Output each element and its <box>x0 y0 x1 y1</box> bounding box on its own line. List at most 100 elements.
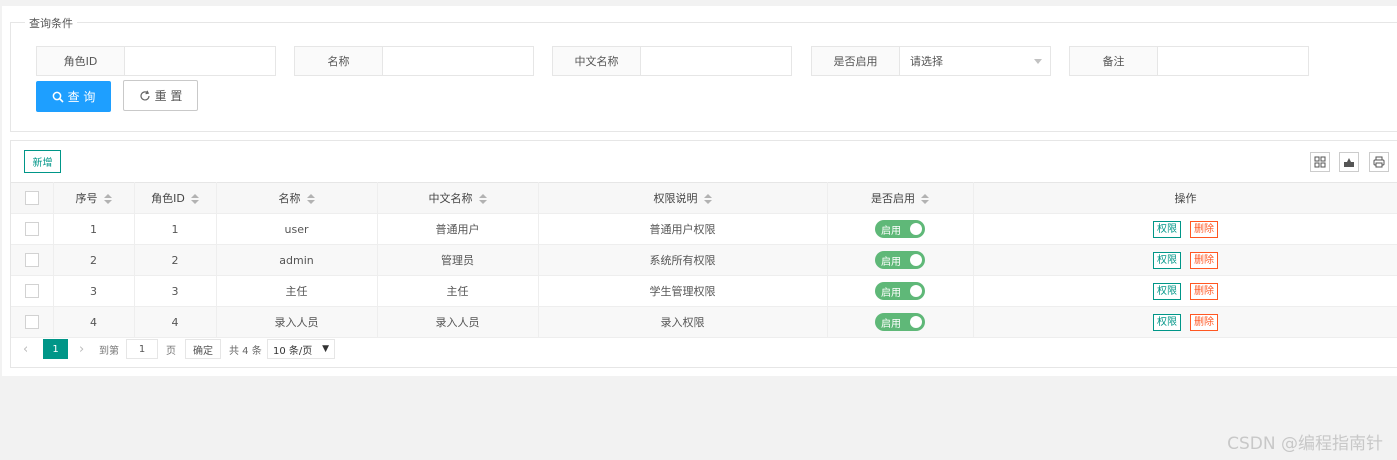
cell-enabled: 启用 <box>827 244 974 276</box>
cn-name-input[interactable] <box>640 46 792 76</box>
prev-page-icon[interactable]: ‹ <box>23 342 28 357</box>
row-checkbox-cell <box>11 213 54 245</box>
header-name[interactable]: 名称 <box>216 182 378 214</box>
roles-table: 序号 角色ID 名称 中文名称 权限说明 是否启用 操作 1 1 user 普通… <box>11 182 1397 338</box>
cell-no: 4 <box>53 306 135 338</box>
query-legend: 查询条件 <box>25 15 77 31</box>
add-button[interactable]: 新增 <box>24 150 61 173</box>
row-checkbox-cell <box>11 244 54 276</box>
role-id-input[interactable] <box>124 46 276 76</box>
enabled-toggle[interactable]: 启用 <box>875 251 925 269</box>
table-toolbar: 新增 <box>11 141 1397 182</box>
permission-button[interactable]: 权限 <box>1153 313 1181 331</box>
cell-cn-name: 主任 <box>377 275 539 307</box>
sort-icon[interactable] <box>190 194 199 204</box>
caret-down-icon <box>1034 59 1042 64</box>
table-row: 3 3 主任 主任 学生管理权限 启用 权限 删除 <box>11 275 1397 307</box>
permission-button[interactable]: 权限 <box>1153 251 1181 269</box>
sort-icon[interactable] <box>478 194 487 204</box>
field-role-id: 角色ID <box>36 46 276 76</box>
header-cn-name[interactable]: 中文名称 <box>377 182 539 214</box>
row-checkbox[interactable] <box>24 284 39 298</box>
cell-desc: 录入权限 <box>538 306 828 338</box>
cell-role-id: 1 <box>134 213 217 245</box>
current-page-button[interactable]: 1 <box>43 339 68 359</box>
cell-name: 录入人员 <box>216 306 378 338</box>
header-desc[interactable]: 权限说明 <box>538 182 828 214</box>
toggle-label: 启用 <box>881 256 901 268</box>
cell-no: 3 <box>53 275 135 307</box>
row-checkbox[interactable] <box>24 222 39 236</box>
print-icon[interactable] <box>1369 152 1389 172</box>
header-label: 角色ID <box>151 192 185 205</box>
delete-button[interactable]: 删除 <box>1190 313 1218 331</box>
delete-button[interactable]: 删除 <box>1190 282 1218 300</box>
delete-button[interactable]: 删除 <box>1190 251 1218 269</box>
cell-cn-name: 管理员 <box>377 244 539 276</box>
field-name: 名称 <box>294 46 534 76</box>
header-label: 序号 <box>75 192 98 205</box>
permission-button[interactable]: 权限 <box>1153 282 1181 300</box>
header-no[interactable]: 序号 <box>53 182 135 214</box>
cell-role-id: 3 <box>134 275 217 307</box>
toggle-knob <box>910 254 922 266</box>
watermark: CSDN @编程指南针 <box>1227 434 1383 454</box>
enabled-toggle[interactable]: 启用 <box>875 313 925 331</box>
table-row: 1 1 user 普通用户 普通用户权限 启用 权限 删除 <box>11 213 1397 245</box>
cell-name: admin <box>216 244 378 276</box>
header-enabled[interactable]: 是否启用 <box>827 182 974 214</box>
field-enabled: 是否启用 请选择 <box>811 46 1051 76</box>
sort-icon[interactable] <box>306 194 315 204</box>
cell-role-id: 2 <box>134 244 217 276</box>
enabled-select[interactable]: 请选择 <box>899 46 1051 76</box>
goto-page-input[interactable]: 1 <box>126 339 158 359</box>
toggle-knob <box>910 316 922 328</box>
header-label: 是否启用 <box>871 192 915 205</box>
refresh-icon <box>140 90 150 100</box>
select-all-checkbox[interactable] <box>24 191 39 205</box>
sort-icon[interactable] <box>103 194 112 204</box>
remark-input[interactable] <box>1157 46 1309 76</box>
cell-no: 2 <box>53 244 135 276</box>
next-page-icon[interactable]: › <box>79 342 84 357</box>
cell-actions: 权限 删除 <box>973 213 1397 245</box>
cell-enabled: 启用 <box>827 213 974 245</box>
pagination: ‹ 1 › 到第 1 页 确定 共 4 条 10 条/页 ▼ <box>11 336 1397 362</box>
cell-role-id: 4 <box>134 306 217 338</box>
enabled-select-value: 请选择 <box>910 55 943 68</box>
page-size-value: 10 条/页 <box>273 345 313 357</box>
goto-confirm-button[interactable]: 确定 <box>185 339 221 359</box>
sort-icon[interactable] <box>703 194 712 204</box>
field-cn-name: 中文名称 <box>552 46 792 76</box>
cell-name: user <box>216 213 378 245</box>
goto-label: 到第 <box>99 345 119 357</box>
page-size-select[interactable]: 10 条/页 ▼ <box>267 339 335 359</box>
enabled-toggle[interactable]: 启用 <box>875 282 925 300</box>
row-checkbox-cell <box>11 275 54 307</box>
name-input[interactable] <box>382 46 534 76</box>
header-label: 名称 <box>278 192 301 205</box>
table-row: 4 4 录入人员 录入人员 录入权限 启用 权限 删除 <box>11 306 1397 338</box>
field-label: 名称 <box>294 46 382 76</box>
header-role-id[interactable]: 角色ID <box>134 182 217 214</box>
toggle-knob <box>910 285 922 297</box>
permission-button[interactable]: 权限 <box>1153 220 1181 238</box>
cell-actions: 权限 删除 <box>973 275 1397 307</box>
columns-icon[interactable] <box>1310 152 1330 172</box>
sort-icon[interactable] <box>921 194 929 204</box>
cell-actions: 权限 删除 <box>973 306 1397 338</box>
chevron-down-icon: ▼ <box>322 344 329 354</box>
export-icon[interactable] <box>1339 152 1359 172</box>
table-panel: 新增 序号 角色ID 名称 中文名称 权限说明 是否启用 操作 1 1 user… <box>10 140 1397 368</box>
row-checkbox[interactable] <box>24 315 39 329</box>
search-button[interactable]: 查 询 <box>36 81 111 112</box>
cell-enabled: 启用 <box>827 306 974 338</box>
toggle-knob <box>910 223 922 235</box>
delete-button[interactable]: 删除 <box>1190 220 1218 238</box>
table-header-row: 序号 角色ID 名称 中文名称 权限说明 是否启用 操作 <box>11 182 1397 214</box>
enabled-toggle[interactable]: 启用 <box>875 220 925 238</box>
row-checkbox[interactable] <box>24 253 39 267</box>
reset-button[interactable]: 重 置 <box>123 80 198 111</box>
field-label: 备注 <box>1069 46 1157 76</box>
header-actions: 操作 <box>973 182 1397 214</box>
